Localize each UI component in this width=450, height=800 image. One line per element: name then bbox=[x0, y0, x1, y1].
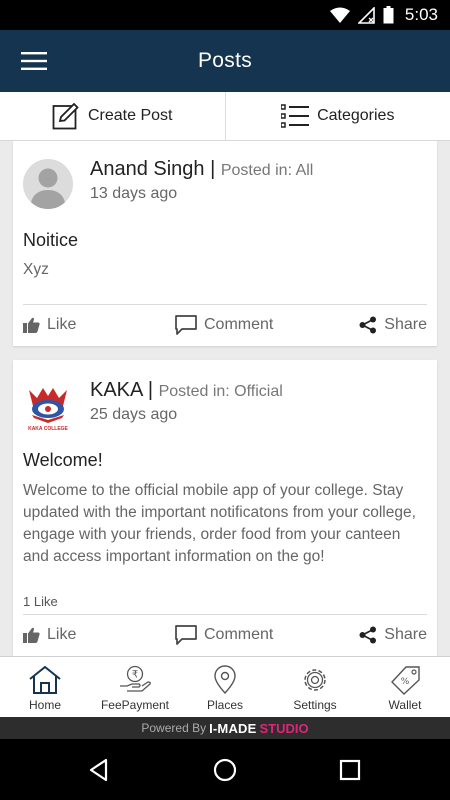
recents-icon[interactable] bbox=[337, 757, 363, 783]
post-card: KAKA COLLEGE KAKA | Posted in: Official … bbox=[13, 360, 437, 656]
post-author-line: KAKA | Posted in: Official bbox=[90, 379, 283, 401]
post-title: Welcome! bbox=[23, 450, 103, 470]
status-bar: 5:03 bbox=[0, 0, 450, 30]
fee-payment-icon: ₹ bbox=[120, 665, 151, 692]
nav-wallet[interactable]: % Wallet bbox=[360, 657, 450, 717]
signal-icon bbox=[358, 6, 375, 24]
comment-button[interactable]: Comment bbox=[175, 615, 273, 655]
nav-fee-payment[interactable]: ₹ FeePayment bbox=[90, 657, 180, 717]
post-date: 13 days ago bbox=[90, 185, 178, 202]
post-actions: Like Comment Share bbox=[13, 615, 437, 655]
action-bar: Create Post Categories bbox=[0, 92, 450, 141]
post-card: Anand Singh | Posted in: All 13 days ago… bbox=[13, 141, 437, 346]
thumbs-up-icon bbox=[23, 317, 40, 333]
battery-icon bbox=[383, 6, 394, 24]
post-body: Xyz bbox=[23, 261, 49, 278]
edit-icon bbox=[52, 102, 79, 130]
post-body: Welcome to the official mobile app of yo… bbox=[23, 482, 416, 565]
post-actions: Like Comment Share bbox=[13, 305, 437, 345]
avatar[interactable] bbox=[23, 159, 73, 209]
categories-button[interactable]: Categories bbox=[224, 92, 450, 140]
list-icon bbox=[281, 104, 310, 128]
create-post-button[interactable]: Create Post bbox=[0, 92, 225, 140]
like-count[interactable]: 1 Like bbox=[23, 594, 58, 609]
svg-text:₹: ₹ bbox=[132, 670, 138, 681]
svg-text:%: % bbox=[401, 677, 410, 687]
wifi-icon bbox=[330, 7, 350, 23]
app-bar: Posts bbox=[0, 30, 450, 92]
bottom-nav: Home ₹ FeePayment Places Settings % Wall… bbox=[0, 656, 450, 717]
back-icon[interactable] bbox=[86, 757, 112, 783]
create-post-label: Create Post bbox=[88, 107, 173, 124]
nav-home[interactable]: Home bbox=[0, 657, 90, 717]
system-nav-bar bbox=[0, 739, 450, 800]
post-author[interactable]: KAKA bbox=[90, 379, 142, 401]
status-time: 5:03 bbox=[404, 5, 438, 24]
tag-icon: % bbox=[391, 666, 420, 695]
categories-label: Categories bbox=[317, 107, 395, 124]
share-icon bbox=[359, 316, 377, 334]
college-logo-icon: KAKA COLLEGE bbox=[28, 388, 69, 432]
location-pin-icon bbox=[214, 665, 236, 695]
user-placeholder-icon bbox=[23, 159, 73, 209]
avatar[interactable]: KAKA COLLEGE bbox=[23, 382, 73, 432]
home-nav-icon[interactable] bbox=[212, 757, 238, 783]
share-icon bbox=[359, 626, 377, 644]
like-button[interactable]: Like bbox=[23, 305, 76, 345]
home-icon bbox=[29, 665, 61, 694]
nav-places[interactable]: Places bbox=[180, 657, 270, 717]
post-category: Posted in: All bbox=[220, 162, 314, 179]
comment-icon bbox=[175, 625, 197, 645]
thumbs-up-icon bbox=[23, 627, 40, 643]
post-title: Noitice bbox=[23, 230, 79, 250]
posts-feed[interactable]: Anand Singh | Posted in: All 13 days ago… bbox=[0, 141, 450, 656]
comment-button[interactable]: Comment bbox=[175, 305, 273, 345]
post-author-line: Anand Singh | Posted in: All bbox=[90, 158, 314, 180]
like-button[interactable]: Like bbox=[23, 615, 76, 655]
powered-by-footer: Powered By I-MADE STUDIO bbox=[0, 717, 450, 739]
gear-icon bbox=[304, 669, 326, 691]
share-button[interactable]: Share bbox=[359, 615, 427, 655]
comment-icon bbox=[175, 315, 197, 335]
page-title: Posts bbox=[197, 49, 253, 72]
share-button[interactable]: Share bbox=[359, 305, 427, 345]
post-date: 25 days ago bbox=[90, 406, 178, 423]
post-category: Posted in: Official bbox=[158, 383, 283, 400]
post-author[interactable]: Anand Singh bbox=[90, 158, 205, 180]
svg-text:KAKA COLLEGE: KAKA COLLEGE bbox=[28, 426, 68, 432]
nav-settings[interactable]: Settings bbox=[270, 657, 360, 717]
